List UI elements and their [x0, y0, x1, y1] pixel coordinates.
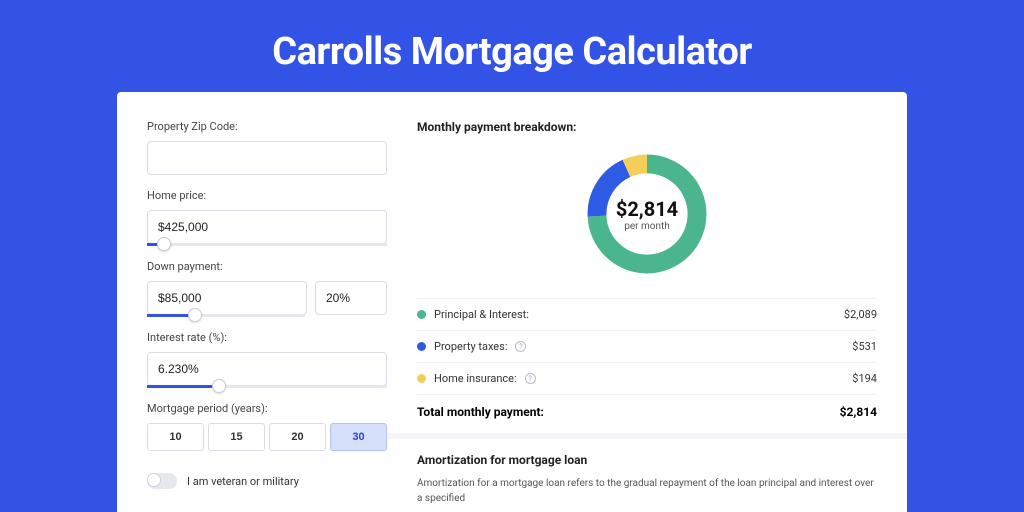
period-15-button[interactable]: 15 [208, 423, 265, 451]
home-price-slider[interactable] [147, 243, 387, 246]
legend-value: $194 [852, 372, 877, 385]
info-icon[interactable]: ? [515, 341, 526, 352]
period-20-button[interactable]: 20 [269, 423, 326, 451]
mortgage-period-buttons: 10 15 20 30 [147, 423, 387, 451]
legend-row-insurance: Home insurance: ? $194 [417, 362, 877, 394]
interest-rate-slider-fill [147, 385, 219, 388]
mortgage-period-label: Mortgage period (years): [147, 402, 387, 415]
zip-input[interactable] [147, 141, 387, 175]
period-10-button[interactable]: 10 [147, 423, 204, 451]
total-label: Total monthly payment: [417, 405, 544, 419]
amortization-text: Amortization for a mortgage loan refers … [417, 477, 877, 506]
breakdown-title: Monthly payment breakdown: [417, 120, 877, 134]
veteran-toggle-knob [147, 473, 161, 487]
legend-label: Property taxes: [434, 340, 507, 353]
interest-rate-label: Interest rate (%): [147, 331, 387, 344]
legend-label: Home insurance: [434, 372, 517, 385]
payment-donut-chart: $2,814 per month [581, 148, 713, 280]
donut-amount: $2,814 [616, 197, 678, 221]
legend-row-principal: Principal & Interest: $2,089 [417, 298, 877, 330]
interest-rate-input[interactable] [147, 352, 387, 386]
home-price-input[interactable] [147, 210, 387, 244]
breakdown-column: Monthly payment breakdown: $2,814 per mo… [417, 120, 877, 512]
home-price-label: Home price: [147, 189, 387, 202]
amortization-title: Amortization for mortgage loan [417, 453, 877, 467]
down-payment-percent-input[interactable] [315, 281, 387, 315]
veteran-toggle[interactable] [147, 473, 177, 489]
donut-sub: per month [624, 221, 670, 232]
down-payment-slider[interactable] [147, 314, 305, 317]
dot-icon [417, 342, 426, 351]
page-title: Carrolls Mortgage Calculator [0, 0, 1024, 92]
interest-rate-slider-thumb[interactable] [212, 379, 226, 393]
period-30-button[interactable]: 30 [330, 423, 387, 451]
down-payment-label: Down payment: [147, 260, 387, 273]
legend-value: $531 [852, 340, 877, 353]
down-payment-input[interactable] [147, 281, 307, 315]
interest-rate-slider[interactable] [147, 385, 387, 388]
legend-row-taxes: Property taxes: ? $531 [417, 330, 877, 362]
legend-value: $2,089 [844, 308, 877, 321]
info-icon[interactable]: ? [525, 373, 536, 384]
zip-label: Property Zip Code: [147, 120, 387, 133]
total-row: Total monthly payment: $2,814 [417, 394, 877, 433]
calculator-card: Property Zip Code: Home price: Down paym… [117, 92, 907, 512]
home-price-slider-thumb[interactable] [157, 237, 171, 251]
inputs-column: Property Zip Code: Home price: Down paym… [147, 120, 387, 512]
down-payment-slider-thumb[interactable] [188, 308, 202, 322]
dot-icon [417, 374, 426, 383]
veteran-label: I am veteran or military [187, 475, 299, 488]
amortization-section: Amortization for mortgage loan Amortizat… [387, 433, 907, 506]
legend-label: Principal & Interest: [434, 308, 529, 321]
total-value: $2,814 [840, 405, 877, 419]
dot-icon [417, 310, 426, 319]
